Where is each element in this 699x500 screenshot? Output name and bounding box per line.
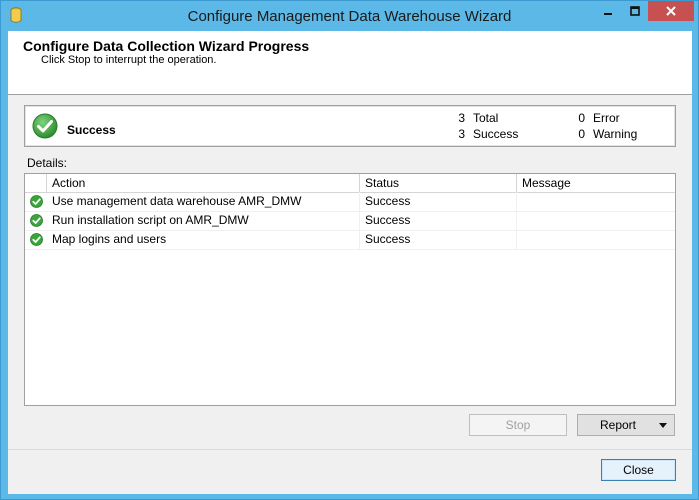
report-button-label: Report xyxy=(599,418,637,432)
success-check-icon xyxy=(30,195,43,208)
message-cell xyxy=(517,230,675,249)
minimize-icon xyxy=(603,13,612,15)
action-cell: Map logins and users xyxy=(47,230,360,249)
close-button[interactable]: Close xyxy=(601,459,676,481)
table-row[interactable]: Run installation script on AMR_DMW Succe… xyxy=(25,211,675,231)
minimize-button[interactable] xyxy=(594,1,621,21)
column-header-message[interactable]: Message xyxy=(517,174,675,192)
table-row[interactable]: Use management data warehouse AMR_DMW Su… xyxy=(25,192,675,212)
dialog-client-area: Configure Data Collection Wizard Progres… xyxy=(8,31,692,494)
footer-divider xyxy=(8,449,692,450)
error-label: Error xyxy=(593,111,620,125)
summary-panel: Success 3 Total 3 Success 0 Error 0 Warn… xyxy=(24,105,676,147)
warning-count: 0 xyxy=(578,127,585,141)
report-button[interactable]: Report xyxy=(577,414,675,436)
total-count: 3 xyxy=(458,111,465,125)
column-header-status[interactable]: Status xyxy=(360,174,517,192)
message-cell xyxy=(517,211,675,230)
stop-button[interactable]: Stop xyxy=(469,414,567,436)
page-subtitle: Click Stop to interrupt the operation. xyxy=(41,54,217,66)
success-check-icon xyxy=(30,214,43,227)
error-count: 0 xyxy=(578,111,585,125)
details-grid[interactable]: Action Status Message Use management dat… xyxy=(24,173,676,406)
close-window-button[interactable] xyxy=(648,1,694,21)
warning-label: Warning xyxy=(593,127,638,141)
success-label: Success xyxy=(473,127,519,141)
close-icon xyxy=(666,6,676,16)
table-row[interactable]: Map logins and users Success xyxy=(25,230,675,250)
page-title: Configure Data Collection Wizard Progres… xyxy=(23,38,310,54)
column-header-action[interactable]: Action xyxy=(47,174,360,192)
action-cell: Use management data warehouse AMR_DMW xyxy=(47,192,360,211)
overall-status: Success xyxy=(67,123,116,137)
column-header-icon xyxy=(25,174,47,192)
status-cell: Success xyxy=(360,211,517,230)
maximize-button[interactable] xyxy=(621,1,648,21)
status-cell: Success xyxy=(360,230,517,249)
wizard-window: Configure Management Data Warehouse Wiza… xyxy=(0,0,699,500)
details-label: Details: xyxy=(27,156,68,170)
maximize-icon xyxy=(629,6,640,16)
success-check-icon xyxy=(32,113,58,139)
grid-header: Action Status Message xyxy=(25,174,675,193)
message-cell xyxy=(517,192,675,211)
success-count: 3 xyxy=(458,127,465,141)
wizard-header: Configure Data Collection Wizard Progres… xyxy=(8,31,692,95)
title-bar[interactable]: Configure Management Data Warehouse Wiza… xyxy=(1,1,698,31)
total-label: Total xyxy=(473,111,499,125)
success-check-icon xyxy=(30,233,43,246)
dropdown-arrow-icon xyxy=(659,423,667,428)
status-cell: Success xyxy=(360,192,517,211)
action-cell: Run installation script on AMR_DMW xyxy=(47,211,360,230)
